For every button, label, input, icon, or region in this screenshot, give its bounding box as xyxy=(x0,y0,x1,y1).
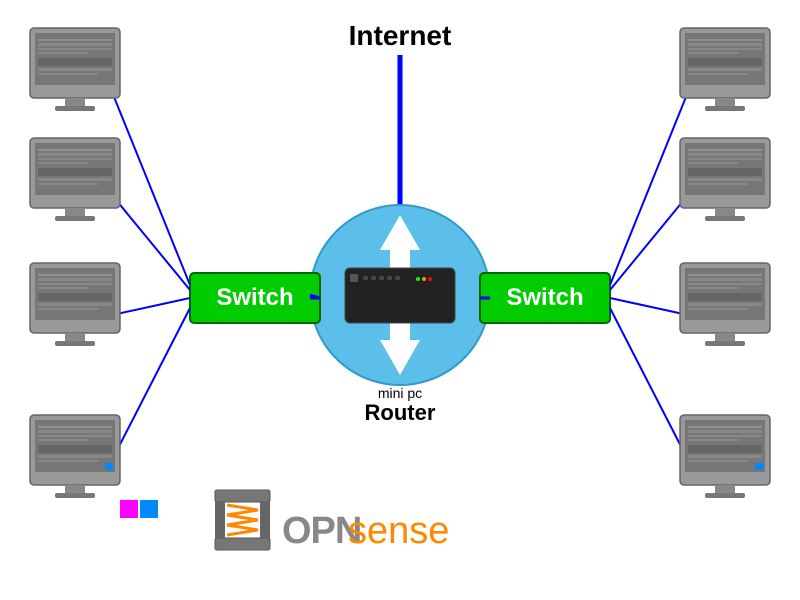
monitor-right-lower-mid xyxy=(680,263,770,346)
network-diagram: Internet mini pc Router Switch Switch xyxy=(0,0,800,600)
right-switch-line-3 xyxy=(610,298,688,315)
right-switch-line-2 xyxy=(610,195,688,290)
monitor-right-upper-mid xyxy=(680,138,770,221)
monitor-right-bottom xyxy=(680,415,770,498)
internet-label: Internet xyxy=(349,20,452,51)
device-led1 xyxy=(416,277,420,281)
left-switch-line-2 xyxy=(112,195,190,290)
left-switch-line-1 xyxy=(112,92,190,285)
left-switch-label: Switch xyxy=(216,284,293,311)
device-port1 xyxy=(363,276,368,280)
sense-text: sense xyxy=(348,510,449,552)
mini-pc-label: mini pc xyxy=(378,385,422,401)
router-device xyxy=(345,268,455,323)
monitor-left-bottom xyxy=(30,415,158,518)
right-switch-line-4 xyxy=(610,308,688,460)
router-label: Router xyxy=(365,400,436,425)
device-port2 xyxy=(371,276,376,280)
left-switch-line-4 xyxy=(112,308,190,460)
device-led2 xyxy=(422,277,426,281)
monitor-top-right xyxy=(680,28,770,111)
left-switch-line-3 xyxy=(112,298,190,315)
monitor-left-lower-mid xyxy=(30,263,120,346)
blue-square xyxy=(140,500,158,518)
monitor-left-upper-mid xyxy=(30,138,120,221)
right-switch-label: Switch xyxy=(506,284,583,311)
device-port4 xyxy=(387,276,392,280)
device-port3 xyxy=(379,276,384,280)
canvas-area: Internet mini pc Router Switch Switch xyxy=(0,0,800,600)
pink-square xyxy=(120,500,138,518)
right-switch-line-1 xyxy=(610,92,688,285)
device-port5 xyxy=(395,276,400,280)
device-led3 xyxy=(428,277,432,281)
monitor-top-left xyxy=(30,28,120,111)
opnsense-logo xyxy=(215,490,270,550)
device-button xyxy=(350,274,358,282)
